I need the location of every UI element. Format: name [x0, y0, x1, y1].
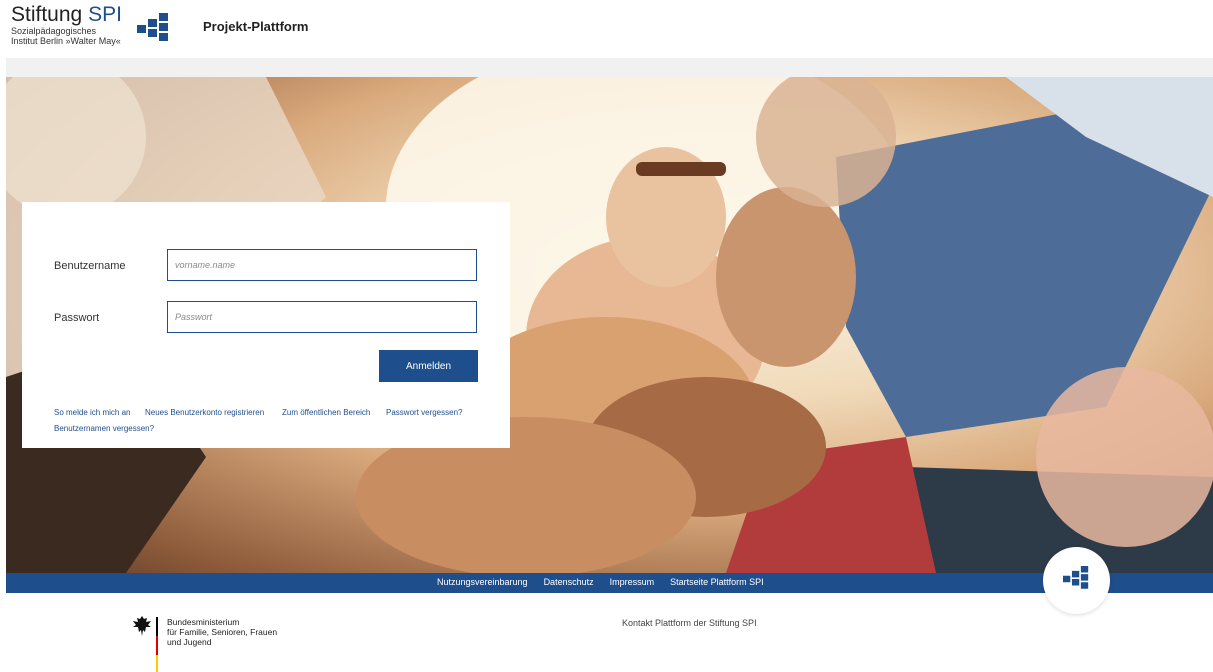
spi-logo-icon — [137, 13, 168, 41]
forgot-password-link[interactable]: Passwort vergessen? — [386, 408, 462, 417]
footer-link-home[interactable]: Startseite Plattform SPI — [670, 577, 764, 587]
footer-link-privacy[interactable]: Datenschutz — [544, 577, 594, 587]
ministry-line-2: für Familie, Senioren, Frauen — [167, 627, 278, 637]
login-button[interactable]: Anmelden — [379, 350, 478, 382]
spi-badge[interactable] — [1043, 547, 1110, 614]
footer-nav: Nutzungsvereinbarung Datenschutz Impress… — [437, 577, 764, 587]
ministry-name: Bundesministerium für Familie, Senioren,… — [167, 617, 277, 647]
page-title: Projekt-Plattform — [203, 19, 309, 34]
spi-badge-icon — [1063, 566, 1089, 589]
password-input[interactable] — [167, 301, 477, 333]
username-input[interactable] — [167, 249, 477, 281]
how-to-login-link[interactable]: So melde ich mich an — [54, 408, 130, 417]
ministry-line-1: Bundesministerium — [167, 617, 240, 627]
register-account-link[interactable]: Neues Benutzerkonto registrieren — [145, 408, 264, 417]
footer-link-imprint[interactable]: Impressum — [610, 577, 655, 587]
footer-link-terms[interactable]: Nutzungsvereinbarung — [437, 577, 528, 587]
logo-main-text: Stiftung — [11, 3, 83, 26]
ministry-line-3: und Jugend — [167, 637, 212, 647]
forgot-username-link[interactable]: Benutzernamen vergessen? — [54, 424, 154, 433]
logo-subtitle-1: Sozialpädagogisches — [11, 26, 97, 36]
logo-accent-text: SPI — [88, 3, 122, 26]
german-flag-stripe — [156, 617, 158, 672]
password-label: Passwort — [54, 312, 100, 324]
page-header: Stiftung SPI Sozialpädagogisches Institu… — [0, 0, 1213, 58]
username-label: Benutzername — [54, 260, 126, 272]
header-divider — [6, 58, 1213, 77]
spi-logo[interactable]: Stiftung SPI Sozialpädagogisches Institu… — [11, 4, 122, 47]
logo-wordmark: Stiftung SPI — [11, 4, 122, 26]
public-area-link[interactable]: Zum öffentlichen Bereich — [282, 408, 370, 417]
logo-subtitle-2: Institut Berlin »Walter May« — [11, 36, 121, 46]
contact-link[interactable]: Kontakt Plattform der Stiftung SPI — [622, 618, 757, 628]
footer-nav-bar: Nutzungsvereinbarung Datenschutz Impress… — [6, 573, 1213, 593]
login-form: Benutzername Passwort Anmelden So melde … — [22, 202, 510, 448]
federal-eagle-icon — [133, 616, 151, 636]
